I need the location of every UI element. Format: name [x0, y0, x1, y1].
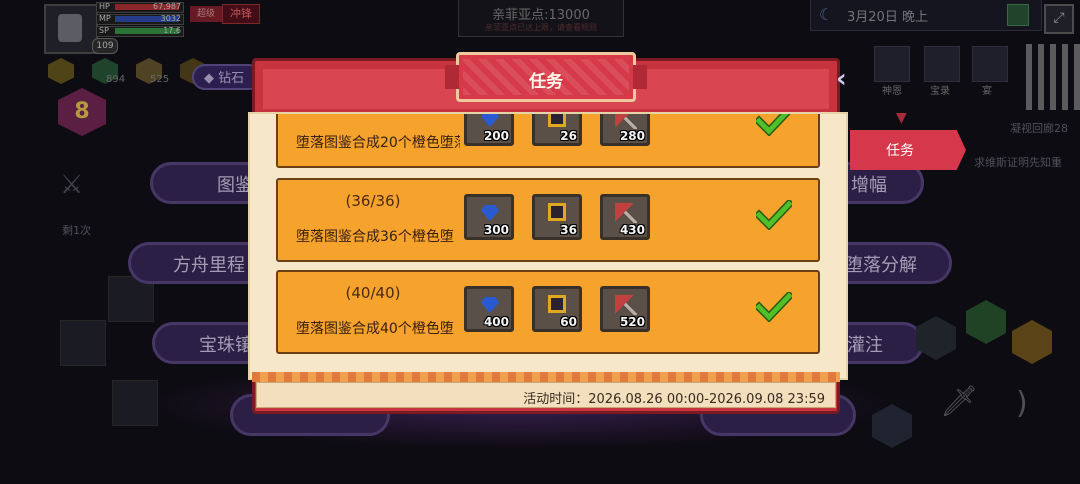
quest-list-panel[interactable]: (20/20) 堕落图鉴合成20个橙色堕落 200 26 280 (36/36) 堕落图鉴合…: [248, 112, 848, 380]
frame-icon: [548, 295, 566, 313]
reward-quantity: 430: [619, 223, 645, 237]
quest-progress: (20/20): [278, 114, 468, 116]
diamond-icon: [481, 114, 499, 127]
reward-slot-diamond[interactable]: 300: [464, 194, 514, 240]
quest-description: 堕落图鉴合成40个橙色堕: [296, 321, 454, 337]
dialog-title-banner: 任务: [445, 52, 647, 102]
quest-card: (40/40) 堕落图鉴合成40个橙色堕 400 60 520: [276, 270, 820, 354]
dialog-title: 任务: [529, 72, 563, 92]
frame-icon: [548, 114, 566, 127]
checkmark-icon: [753, 114, 792, 137]
reward-quantity: 300: [483, 223, 509, 237]
reward-slot-axe[interactable]: 430: [600, 194, 650, 240]
axe-icon: [615, 114, 637, 129]
tab-quest[interactable]: 任务: [850, 130, 966, 170]
reward-quantity: 400: [483, 315, 509, 329]
diamond-icon: [481, 205, 499, 221]
reward-slot-frame[interactable]: 36: [532, 194, 582, 240]
reward-quantity: 36: [560, 223, 577, 237]
reward-quantity: 26: [560, 129, 577, 143]
reward-slot-diamond[interactable]: 400: [464, 286, 514, 332]
tab-pointer-icon: ▼: [896, 110, 907, 126]
axe-icon: [615, 203, 637, 223]
diamond-icon: [481, 297, 499, 313]
checkmark-icon: [753, 290, 795, 323]
quest-progress: (36/36): [345, 192, 401, 210]
quest-description: 堕落图鉴合成20个橙色堕落: [296, 135, 460, 151]
reward-slot-axe[interactable]: 280: [600, 114, 650, 146]
reward-quantity: 200: [483, 129, 509, 143]
reward-slot-axe[interactable]: 520: [600, 286, 650, 332]
reward-slot-frame[interactable]: 26: [532, 114, 582, 146]
quest-card: (20/20) 堕落图鉴合成20个橙色堕落 200 26 280: [276, 114, 820, 168]
checkmark-icon: [753, 198, 795, 231]
quest-description: 堕落图鉴合成36个橙色堕: [296, 229, 454, 245]
tab-quest-label: 任务: [886, 143, 914, 159]
reward-quantity: 520: [619, 315, 645, 329]
reward-slot-frame[interactable]: 60: [532, 286, 582, 332]
quest-progress: (40/40): [345, 284, 401, 302]
event-time-bar: 活动时间：2026.08.26 00:00-2026.09.08 23:59: [256, 382, 836, 408]
chevron-left-icon[interactable]: ‹: [836, 64, 847, 94]
reward-quantity: 60: [560, 315, 577, 329]
event-time-text: 活动时间：2026.08.26 00:00-2026.09.08 23:59: [523, 392, 825, 407]
frame-icon: [548, 203, 566, 221]
axe-icon: [615, 295, 637, 315]
reward-slot-diamond[interactable]: 200: [464, 114, 514, 146]
quest-card: (36/36) 堕落图鉴合成36个橙色堕 300 36 430: [276, 178, 820, 262]
footer-decoration: [252, 372, 840, 382]
reward-quantity: 280: [619, 129, 645, 143]
